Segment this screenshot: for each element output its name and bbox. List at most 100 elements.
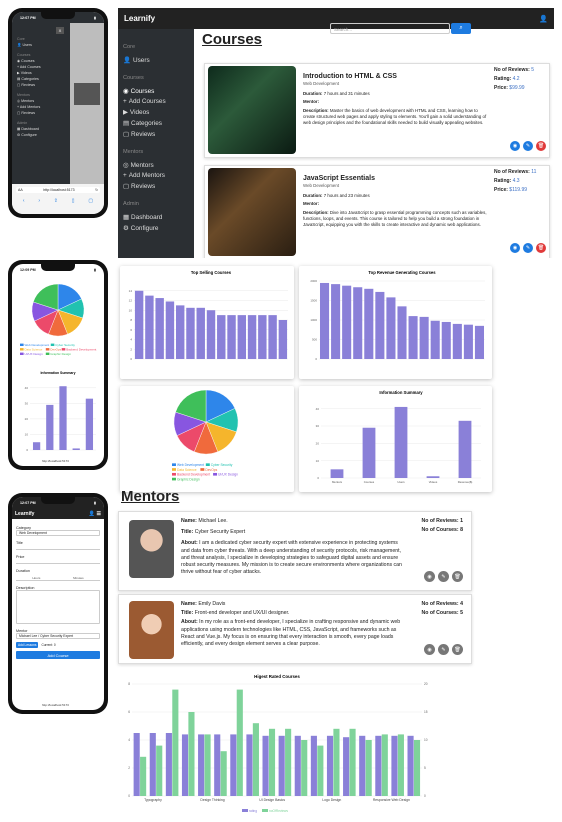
legend-label: UI/UX Design: [25, 352, 44, 356]
sidebar-item-configure[interactable]: ⚙ Configure: [123, 224, 189, 233]
back-icon[interactable]: ‹: [23, 198, 25, 204]
forward-icon[interactable]: ›: [38, 198, 40, 204]
hamburger-icon[interactable]: 👤 ☰: [89, 511, 101, 517]
text-size-button[interactable]: AA: [18, 188, 23, 192]
menu-reviews[interactable]: ▢ Reviews: [17, 82, 65, 88]
tick-label-right: 0: [424, 794, 426, 798]
sidebar-item-add-mentors[interactable]: + Add Mentors: [123, 172, 189, 179]
desktop-courses-page: Learnify 👤 Core 👤 Users Courses ◉ Courses …: [118, 8, 554, 258]
sidebar-item-reviews[interactable]: ▢ Reviews: [123, 130, 189, 139]
phone-screen: 12:07 PM ▮ X Core 👤 Users Courses ◉ Cours…: [12, 12, 104, 214]
url-bar[interactable]: http://localhost:5173: [42, 459, 69, 463]
bar-rating: [246, 734, 253, 796]
price-input[interactable]: [16, 559, 100, 564]
tick-label-right: 20: [424, 682, 428, 686]
edit-button[interactable]: ✎: [523, 141, 533, 151]
course-title: Introduction to HTML & CSS: [303, 73, 397, 80]
sidebar-item-mentors[interactable]: ◎ Mentors: [123, 161, 189, 170]
sidebar-item-courses[interactable]: ◉ Courses: [123, 87, 189, 96]
bar: [237, 315, 247, 359]
sidebar-item-videos[interactable]: ▶ Videos: [123, 108, 189, 117]
category-label: Logo Design: [322, 798, 341, 802]
duration-label: Duration:: [303, 192, 323, 198]
mentor-info: Name: Michael Lee. Title: Cyber Security…: [181, 518, 406, 576]
tick-label: 0: [317, 476, 319, 480]
edit-button[interactable]: ✎: [438, 571, 449, 582]
edit-button[interactable]: ✎: [438, 644, 449, 655]
price-label: Price:: [494, 85, 508, 91]
url-bar[interactable]: http://localhost:5173: [42, 703, 69, 707]
sidebar-item-add-courses[interactable]: + Add Courses: [123, 98, 189, 105]
menu-users[interactable]: 👤 Users: [17, 42, 65, 48]
view-button[interactable]: ◉: [424, 644, 435, 655]
category-label: Mentors: [332, 480, 343, 484]
tabs-icon[interactable]: ▢: [88, 198, 93, 204]
user-icon: 👤: [123, 57, 131, 64]
sidebar-item-label: Reviews: [131, 182, 156, 190]
dashboard-icon: ▦: [123, 214, 130, 221]
view-button[interactable]: ◉: [510, 141, 520, 151]
tick-label-left: 6: [128, 710, 130, 714]
trash-icon: 🗑: [537, 143, 545, 149]
sidebar-item-categories[interactable]: ▤ Categories: [123, 119, 189, 128]
mentor-name: Emily Davis: [198, 601, 226, 607]
mentor-photo: [129, 520, 174, 578]
legend-label: rating: [249, 809, 257, 813]
course-title: JavaScript Essentials: [303, 175, 375, 182]
course-thumb-peek: [74, 83, 100, 105]
url-field[interactable]: http://localhost:5173: [43, 188, 74, 192]
category-label: Courses: [364, 480, 375, 484]
video-icon: ▶: [123, 109, 128, 116]
bar-reviews: [397, 734, 404, 796]
brand-logo[interactable]: Learnify: [15, 511, 34, 517]
menu-mentor-reviews[interactable]: ▢ Reviews: [17, 110, 65, 116]
tick-label: 30: [316, 424, 320, 428]
bar-reviews: [140, 756, 147, 796]
description-textarea[interactable]: [16, 590, 100, 624]
bar: [72, 448, 80, 450]
course-card: JavaScript Essentials Web Development Du…: [204, 165, 550, 258]
title-input[interactable]: [16, 545, 100, 550]
eye-icon: ◉: [512, 143, 518, 149]
top-revenue-chart: Top Revenue Generating Courses 0 500 1000 15…: [310, 270, 485, 361]
search-input[interactable]: Search...: [330, 23, 450, 34]
tick-label: 2: [130, 347, 132, 351]
sidebar-item-mentor-reviews[interactable]: ▢ Reviews: [123, 182, 189, 191]
search-button[interactable]: ⌕: [451, 23, 471, 34]
sidebar-item-users[interactable]: 👤 Users: [123, 56, 189, 65]
bookmarks-icon[interactable]: ▯: [72, 198, 75, 204]
reload-icon[interactable]: ↻: [95, 188, 98, 192]
sidebar-item-dashboard[interactable]: ▦ Dashboard: [123, 213, 189, 222]
mentor-photo: [129, 601, 174, 659]
bar: [441, 321, 451, 359]
mentor-actions: ◉ ✎ 🗑: [424, 571, 463, 582]
brand-logo[interactable]: Learnify: [124, 14, 155, 23]
category-select[interactable]: Web Development: [16, 530, 100, 536]
lessons-count: Current: 0: [41, 643, 56, 647]
user-menu-icon[interactable]: 👤: [539, 15, 548, 23]
share-icon[interactable]: ⇪: [54, 198, 58, 204]
bar: [330, 469, 344, 478]
courses-label: No of Courses:: [421, 610, 459, 616]
top-selling-chart: Top Selling Courses 0 2 4 6 8 10 12 14: [129, 270, 288, 361]
edit-button[interactable]: ✎: [523, 243, 533, 253]
delete-button[interactable]: 🗑: [452, 644, 463, 655]
add-lessons-button[interactable]: Add Lessons: [16, 642, 39, 648]
bar: [426, 476, 440, 478]
bar-rating: [181, 734, 189, 796]
minutes-input[interactable]: Minutes: [73, 576, 84, 580]
delete-button[interactable]: 🗑: [536, 243, 546, 253]
menu-configure[interactable]: ⚙ Configure: [17, 132, 65, 138]
hours-input[interactable]: Hours: [32, 576, 40, 580]
delete-button[interactable]: 🗑: [452, 571, 463, 582]
chart-title: Information Summary: [379, 390, 423, 395]
delete-button[interactable]: 🗑: [536, 141, 546, 151]
view-button[interactable]: ◉: [510, 243, 520, 253]
close-sidebar-button[interactable]: X: [56, 27, 64, 34]
view-button[interactable]: ◉: [424, 571, 435, 582]
mentor-select[interactable]: Michael Lee / Cyber Security Expert: [16, 633, 100, 639]
bar-rating: [294, 735, 301, 796]
menu-add-courses-label: Add Courses: [19, 65, 41, 69]
bar-rating: [278, 735, 285, 796]
add-course-button[interactable]: Add Course: [16, 651, 100, 659]
